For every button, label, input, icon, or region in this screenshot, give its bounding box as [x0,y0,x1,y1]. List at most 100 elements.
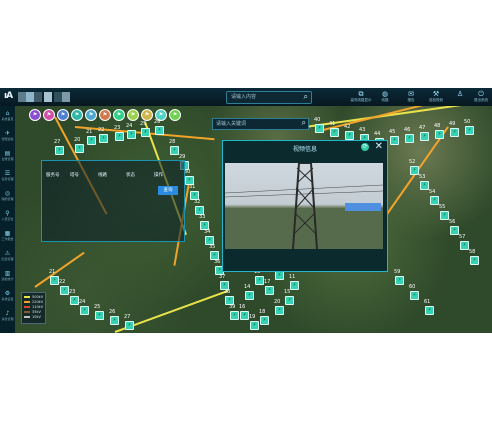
search-icon[interactable]: ⌕ [304,92,308,102]
tower-marker[interactable]: 11 ⚡ [289,274,299,290]
tower-marker[interactable]: 61 ⚡ [424,299,434,315]
sidebar-item-ledger[interactable]: ▤ 台账管理 [0,150,15,161]
layer-toggle-button[interactable]: ⚑ [57,109,69,121]
tower-marker[interactable]: 37 ⚡ [219,274,229,290]
sidebar-item-hazards[interactable]: ⚠ 隐患管理 [0,250,15,261]
tool-logout[interactable]: ⏻ 退出系统 [470,90,492,105]
layer-toggle-button[interactable]: ⚑ [99,109,111,121]
tower-marker[interactable]: 23 ⚡ [69,289,79,305]
layer-toggle-button[interactable]: ⚑ [85,109,97,121]
tower-marker[interactable]: 20 ⚡ [74,137,84,153]
tower-marker[interactable]: 22 ⚡ [59,279,69,295]
tower-number: 59 [394,269,401,275]
top-search-input[interactable]: 请输入内容 ⌕ [226,91,312,104]
sidebar-item-messages[interactable]: ♪ 消息管理 [0,310,15,321]
sidebar-item-inspection[interactable]: ✈ 智能巡检 [0,130,15,141]
sidebar-item-settings[interactable]: ⚙ 系统设置 [0,290,15,301]
tower-marker[interactable]: 46 ⚡ [404,127,414,143]
tower-number: 22 [98,127,105,133]
tower-marker[interactable]: 45 ⚡ [389,129,399,145]
sidebar-item-home[interactable]: ⌂ 系统首页 [0,110,15,121]
tower-marker[interactable]: 17 ⚡ [264,279,274,295]
tower-marker[interactable]: 40 ⚡ [314,117,324,133]
tower-marker[interactable]: 60 ⚡ [409,284,419,300]
sidebar-item-report[interactable]: ▦ 工作报告 [0,230,15,241]
tower-marker[interactable]: 38 ⚡ [224,289,234,305]
tower-marker[interactable]: 25 ⚡ [94,304,104,320]
tower-marker[interactable]: 42 ⚡ [344,124,354,140]
layer-toggle-button[interactable]: ⚑ [113,109,125,121]
tower-marker[interactable]: 13 ⚡ [254,269,264,285]
tower-marker[interactable]: 57 ⚡ [459,234,469,250]
layer-toggle-button[interactable]: ⚑ [141,109,153,121]
tower-marker[interactable]: 19 ⚡ [249,314,259,330]
tower-marker[interactable]: 20 ⚡ [274,299,284,315]
tower-marker[interactable]: 48 ⚡ [434,123,444,139]
tool-report[interactable]: ✉ 报告 [400,90,422,105]
tower-marker[interactable]: 16 ⚡ [239,304,249,320]
user-icon: ♙ [456,90,464,98]
layer-toggle-button[interactable]: ⚑ [169,109,181,121]
sidebar-item-tasks[interactable]: ☰ 任务管理 [0,170,15,181]
tower-marker[interactable]: 15 ⚡ [284,289,294,305]
tower-marker[interactable]: 47 ⚡ [419,125,429,141]
tower-marker[interactable]: 41 ⚡ [329,121,339,137]
close-icon[interactable]: ✕ [375,141,383,153]
tower-marker[interactable]: 24 ⚡ [126,123,136,139]
query-button[interactable]: 查询 [158,186,178,195]
tower-icon: ⚡ [170,146,179,155]
tower-marker[interactable]: 32 ⚡ [194,199,204,215]
tower-marker[interactable]: 58 ⚡ [469,249,479,265]
tower-marker[interactable]: 18 ⚡ [259,309,269,325]
tower-marker[interactable]: 34 ⚡ [204,229,214,245]
video-feed[interactable] [225,163,383,249]
tower-marker[interactable]: 56 ⚡ [449,219,459,235]
tool-inspection-plan[interactable]: ⚒ 巡检规划 [425,90,447,105]
layer-toggle-button[interactable]: ⚑ [43,109,55,121]
tower-marker[interactable]: 23 ⚡ [114,125,124,141]
tower-marker[interactable]: 22 ⚡ [98,127,108,143]
tower-number: 56 [449,219,456,225]
tower-marker[interactable]: 27 ⚡ [54,139,64,155]
tower-marker[interactable]: 24 ⚡ [79,299,89,315]
sidebar-item-locate[interactable]: ⚲ 人员定位 [0,210,15,221]
tower-marker[interactable]: 12⚡ [274,264,284,280]
layer-toggle-button[interactable]: ⚑ [127,109,139,121]
tower-marker[interactable]: 39 ⚡ [229,304,239,320]
tower-marker[interactable]: 54 ⚡ [429,189,439,205]
map-search-input[interactable]: 请输入关键词 ⌕ [212,118,309,130]
globe-icon: ◍ [381,90,389,98]
tower-marker[interactable]: 21 ⚡ [86,129,96,145]
tower-marker[interactable]: 28 ⚡ [169,139,179,155]
sidebar-item-stats[interactable]: ▥ 巡检统计 [0,270,15,281]
tower-marker[interactable]: 25 ⚡ [140,121,150,137]
tower-marker[interactable]: 31 ⚡ [189,184,199,200]
tool-user[interactable]: ♙ [449,90,471,105]
tower-number: 24 [126,123,133,129]
tower-marker[interactable]: 27 ⚡ [124,314,134,330]
tower-marker[interactable]: 26 ⚡ [109,309,119,325]
tower-marker[interactable]: 50 ⚡ [464,119,474,135]
search-icon[interactable]: ⌕ [302,118,306,128]
tool-lines[interactable]: ◍ 线路 [374,90,396,105]
tower-marker[interactable]: 52 ⚡ [409,159,419,175]
tower-marker[interactable]: 26 ⚡ [154,119,164,135]
tool-highlight-lines[interactable]: ⧉ 高亮线路显示 [350,90,372,105]
tower-number: 40 [314,117,321,123]
layer-toggle-button[interactable]: ⚑ [29,109,41,121]
tower-marker[interactable]: 21 ⚡ [49,269,59,285]
tower-marker[interactable]: 55 ⚡ [439,204,449,220]
tower-number: 45 [389,129,396,135]
tower-marker[interactable]: 30 ⚡ [184,169,194,185]
refresh-icon[interactable]: ⟳ [361,143,369,151]
tower-marker[interactable]: 33 ⚡ [199,214,209,230]
tower-marker[interactable]: 53 ⚡ [419,174,429,190]
tower-marker[interactable]: 49 ⚡ [449,121,459,137]
tower-marker[interactable]: 14 ⚡ [244,284,254,300]
tower-number: 23 [114,125,121,131]
sidebar-item-defects[interactable]: ◎ 缺陷管理 [0,190,15,201]
layer-toggle-button[interactable]: ⚑ [71,109,83,121]
tower-marker[interactable]: 59 ⚡ [394,269,404,285]
tower-marker[interactable]: 35 ⚡ [209,244,219,260]
tower-icon: ⚡ [315,124,324,133]
